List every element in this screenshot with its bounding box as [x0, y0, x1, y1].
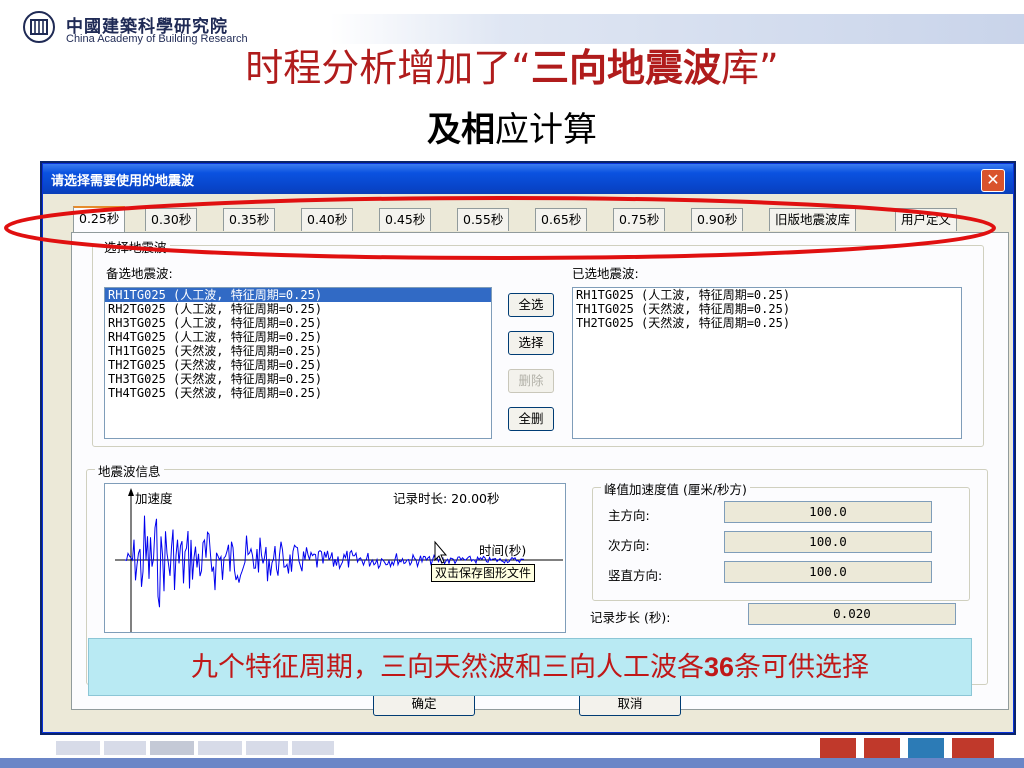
secondary-direction-field: 100.0 — [724, 531, 932, 553]
y-axis-arrow — [128, 488, 134, 496]
list-item[interactable]: TH1TG025 (天然波, 特征周期=0.25) — [105, 344, 491, 358]
peak-accel-group-label: 峰值加速度值 (厘米/秒方) — [601, 479, 750, 498]
selected-waves-list[interactable]: RH1TG025 (人工波, 特征周期=0.25) TH1TG025 (天然波,… — [572, 287, 962, 439]
slide-title-line2: 及相应计算 — [427, 110, 597, 150]
delete-button[interactable]: 删除 — [508, 369, 554, 393]
record-step-field: 0.020 — [748, 603, 956, 625]
list-item[interactable]: RH3TG025 (人工波, 特征周期=0.25) — [105, 316, 491, 330]
list-item[interactable]: TH3TG025 (天然波, 特征周期=0.25) — [105, 372, 491, 386]
footer-block — [150, 741, 194, 755]
x-axis-label: 时间(秒) — [479, 543, 527, 558]
secondary-direction-label: 次方向: — [608, 538, 650, 553]
vertical-direction-field: 100.0 — [724, 561, 932, 583]
vertical-direction-label: 竖直方向: — [608, 568, 663, 583]
list-item[interactable]: TH1TG025 (天然波, 特征周期=0.25) — [573, 302, 961, 316]
list-item[interactable]: RH4TG025 (人工波, 特征周期=0.25) — [105, 330, 491, 344]
dialog-title: 请选择需要使用的地震波 — [51, 174, 195, 189]
y-axis-label: 加速度 — [135, 491, 173, 506]
close-button[interactable]: ✕ — [981, 169, 1005, 192]
header-gradient-bar — [330, 14, 1024, 44]
duration-label: 记录时长: 20.00秒 — [393, 491, 500, 506]
waveform-chart[interactable]: 加速度 记录时长: 20.00秒 时间(秒) 双击保存图形文件 — [104, 483, 566, 633]
footer-block — [198, 741, 242, 755]
list-item[interactable]: RH1TG025 (人工波, 特征周期=0.25) — [105, 288, 491, 302]
save-graph-tooltip: 双击保存图形文件 — [431, 564, 536, 582]
academy-logo-icon — [23, 11, 55, 43]
annotation-ellipse — [4, 196, 996, 260]
main-direction-field: 100.0 — [724, 501, 932, 523]
footer-block — [56, 741, 100, 755]
select-all-button[interactable]: 全选 — [508, 293, 554, 317]
main-direction-label: 主方向: — [608, 508, 650, 523]
record-step-label: 记录步长 (秒): — [590, 610, 671, 625]
dialog-titlebar[interactable]: 请选择需要使用的地震波 ✕ — [43, 164, 1013, 194]
footer-block — [292, 741, 334, 755]
acceleration-waveform — [124, 515, 525, 608]
annotation-note: 九个特征周期，三向天然波和三向人工波各36条可供选择 — [88, 638, 972, 696]
wave-info-group-label: 地震波信息 — [95, 461, 164, 480]
select-button[interactable]: 选择 — [508, 331, 554, 355]
list-item[interactable]: RH2TG025 (人工波, 特征周期=0.25) — [105, 302, 491, 316]
list-item[interactable]: TH2TG025 (天然波, 特征周期=0.25) — [573, 316, 961, 330]
footer-block — [104, 741, 146, 755]
slide-title-line1: 时程分析增加了“三向地震波库” — [245, 46, 779, 90]
footer-band — [0, 758, 1024, 768]
pkpm-logo-icon — [820, 738, 994, 758]
list-item[interactable]: TH4TG025 (天然波, 特征周期=0.25) — [105, 386, 491, 400]
delete-all-button[interactable]: 全删 — [508, 407, 554, 431]
list-item[interactable]: TH2TG025 (天然波, 特征周期=0.25) — [105, 358, 491, 372]
list-item[interactable]: RH1TG025 (人工波, 特征周期=0.25) — [573, 288, 961, 302]
available-waves-list[interactable]: RH1TG025 (人工波, 特征周期=0.25) RH2TG025 (人工波,… — [104, 287, 492, 439]
footer-block — [246, 741, 288, 755]
